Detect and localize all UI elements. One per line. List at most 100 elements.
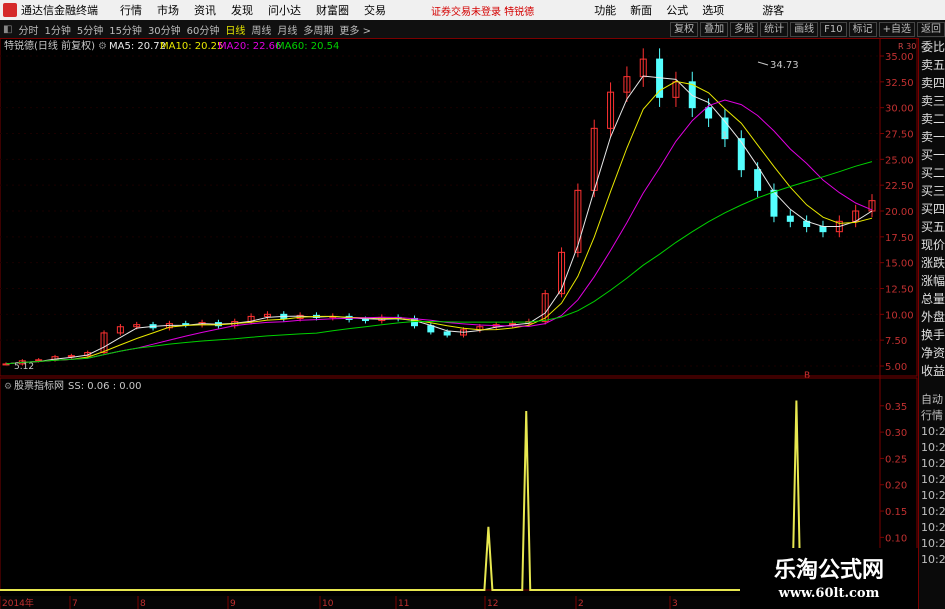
- side-mark: R 30: [898, 42, 916, 51]
- side-item-17[interactable]: 净资: [919, 344, 945, 362]
- login-notice[interactable]: 证券交易未登录 特锐德: [431, 3, 534, 18]
- x-axis-label: 12: [487, 599, 498, 609]
- fuquan-button[interactable]: 复权: [670, 21, 699, 37]
- ma-line-0: [5, 75, 873, 365]
- x-axis-label: 2014年: [2, 597, 34, 609]
- min-price-label: 5.12: [14, 362, 34, 372]
- menu-item-jiaoyi[interactable]: 交易: [364, 2, 386, 18]
- side-item-4[interactable]: 卖二: [919, 110, 945, 128]
- menu-item-xinmian[interactable]: 新面: [630, 2, 652, 18]
- price-grid: [0, 55, 880, 367]
- side-lower-item-6[interactable]: 10:26: [919, 488, 945, 504]
- period-more[interactable]: 更多 >: [336, 22, 374, 37]
- x-axis-label: 3: [672, 599, 678, 609]
- mark-button[interactable]: 标记: [848, 21, 877, 37]
- stats-button[interactable]: 统计: [760, 21, 789, 37]
- draw-line-button[interactable]: 画线: [790, 21, 819, 37]
- x-axis-label: 2: [578, 599, 584, 609]
- side-lower-item-10[interactable]: 10:26: [919, 552, 945, 568]
- period-15min[interactable]: 15分钟: [106, 22, 145, 37]
- menu-item-hangqing[interactable]: 行情: [120, 2, 142, 18]
- side-item-5[interactable]: 卖一: [919, 128, 945, 146]
- price-panel-frame: [0, 38, 918, 377]
- side-item-11[interactable]: 现价: [919, 236, 945, 254]
- side-item-1[interactable]: 卖五: [919, 56, 945, 74]
- side-lower-item-2[interactable]: 10:26: [919, 424, 945, 440]
- period-5min[interactable]: 5分钟: [74, 22, 106, 37]
- price-axis-ticks: 35.00 32.50 30.00 27.50 25.00 22.50 20.00 17.50…: [880, 52, 914, 373]
- period-monthly[interactable]: 月线: [274, 22, 300, 37]
- indicator-settings-icon[interactable]: ⚙: [4, 382, 12, 392]
- price-tick-label: 15.00: [885, 259, 914, 270]
- side-lower-item-3[interactable]: 10:26: [919, 440, 945, 456]
- price-tick-label: 25.00: [885, 155, 914, 166]
- menu-item-zixun[interactable]: 资讯: [194, 2, 216, 18]
- period-multi[interactable]: 多周期: [300, 22, 336, 37]
- side-item-8[interactable]: 买三: [919, 182, 945, 200]
- menu-item-gongshi[interactable]: 公式: [666, 2, 688, 18]
- side-item-13[interactable]: 涨幅: [919, 272, 945, 290]
- side-item-9[interactable]: 买四: [919, 200, 945, 218]
- candle-body: [361, 319, 369, 322]
- ma10-label: MA10: 20.25: [160, 41, 223, 52]
- candle-body: [786, 215, 794, 222]
- indicator-tick-label: 0.30: [885, 428, 907, 439]
- period-toolbar: ◧ 分时 1分钟 5分钟 15分钟 30分钟 60分钟 日线 周线 月线 多周期…: [0, 20, 945, 39]
- max-price-pointer: [757, 61, 769, 66]
- guest-label[interactable]: 游客: [762, 2, 784, 18]
- price-tick-label: 27.50: [885, 130, 914, 141]
- menu-item-caifuquan[interactable]: 财富圈: [316, 2, 349, 18]
- add-watchlist-button[interactable]: +自选: [878, 21, 915, 37]
- side-lower-item-5[interactable]: 10:26: [919, 472, 945, 488]
- moving-average-lines: [5, 75, 873, 365]
- period-60min[interactable]: 60分钟: [184, 22, 223, 37]
- side-lower-item-1[interactable]: 行情: [919, 408, 945, 424]
- side-item-14[interactable]: 总量: [919, 290, 945, 308]
- side-lower-item-9[interactable]: 10:26: [919, 536, 945, 552]
- period-weekly[interactable]: 周线: [248, 22, 274, 37]
- side-item-2[interactable]: 卖四: [919, 74, 945, 92]
- kline-chart[interactable]: 特锐德(日线 前复权) ⚙ MA5: 20.72 MA10: 20.25 MA2…: [0, 38, 918, 609]
- menu-item-wenxiaoda[interactable]: 问小达: [268, 2, 301, 18]
- side-item-7[interactable]: 买二: [919, 164, 945, 182]
- side-lower-item-7[interactable]: 10:26: [919, 504, 945, 520]
- side-lower-item-8[interactable]: 10:26: [919, 520, 945, 536]
- price-tick-label: 12.50: [885, 285, 914, 296]
- period-fenshi[interactable]: 分时: [15, 22, 41, 37]
- panel-toggle-icon[interactable]: ◧: [0, 24, 15, 35]
- f10-button[interactable]: F10: [820, 21, 847, 37]
- max-price-label: 34.73: [770, 60, 799, 71]
- multi-stock-button[interactable]: 多股: [730, 21, 759, 37]
- side-item-6[interactable]: 买一: [919, 146, 945, 164]
- period-30min[interactable]: 30分钟: [145, 22, 184, 37]
- price-panel-header: 特锐德(日线 前复权): [4, 39, 95, 52]
- side-item-16[interactable]: 换手: [919, 326, 945, 344]
- menu-item-faxian[interactable]: 发现: [231, 2, 253, 18]
- side-item-15[interactable]: 外盘: [919, 308, 945, 326]
- side-item-3[interactable]: 卖三: [919, 92, 945, 110]
- ma20-label: MA20: 22.66: [218, 41, 281, 52]
- price-tick-label: 10.00: [885, 310, 914, 321]
- period-daily[interactable]: 日线: [222, 22, 248, 37]
- menu-item-shichang[interactable]: 市场: [157, 2, 179, 18]
- menu-item-gongneng[interactable]: 功能: [594, 2, 616, 18]
- indicator-header: 股票指标网: [14, 379, 64, 392]
- quote-side-panel: 委比 卖五 卖四 卖三 卖二 卖一 买一 买二 买三 买四 买五 现价 涨跌 涨幅 总量 外盘 换手 净资 收益自动…: [918, 38, 945, 609]
- watermark-url: www.60lt.com: [778, 586, 880, 601]
- period-1min[interactable]: 1分钟: [41, 22, 73, 37]
- side-lower-item-4[interactable]: 10:26: [919, 456, 945, 472]
- gear-icon[interactable]: ⚙: [98, 41, 107, 52]
- overlay-button[interactable]: 叠加: [700, 21, 729, 37]
- menu-item-xuanxiang[interactable]: 选项: [702, 2, 724, 18]
- side-item-18[interactable]: 收益: [919, 362, 945, 380]
- side-lower-item-0[interactable]: 自动: [919, 392, 945, 408]
- watermark: 乐淘公式网 www.60lt.com: [740, 548, 918, 609]
- side-item-0[interactable]: 委比: [919, 38, 945, 56]
- x-axis-label: 10: [322, 599, 334, 609]
- side-item-10[interactable]: 买五: [919, 218, 945, 236]
- back-button[interactable]: 返回: [917, 21, 945, 37]
- side-item-12[interactable]: 涨跌: [919, 254, 945, 272]
- x-axis-label: 8: [140, 599, 146, 609]
- candlestick-group: [2, 48, 876, 366]
- x-axis-label: 9: [230, 599, 236, 609]
